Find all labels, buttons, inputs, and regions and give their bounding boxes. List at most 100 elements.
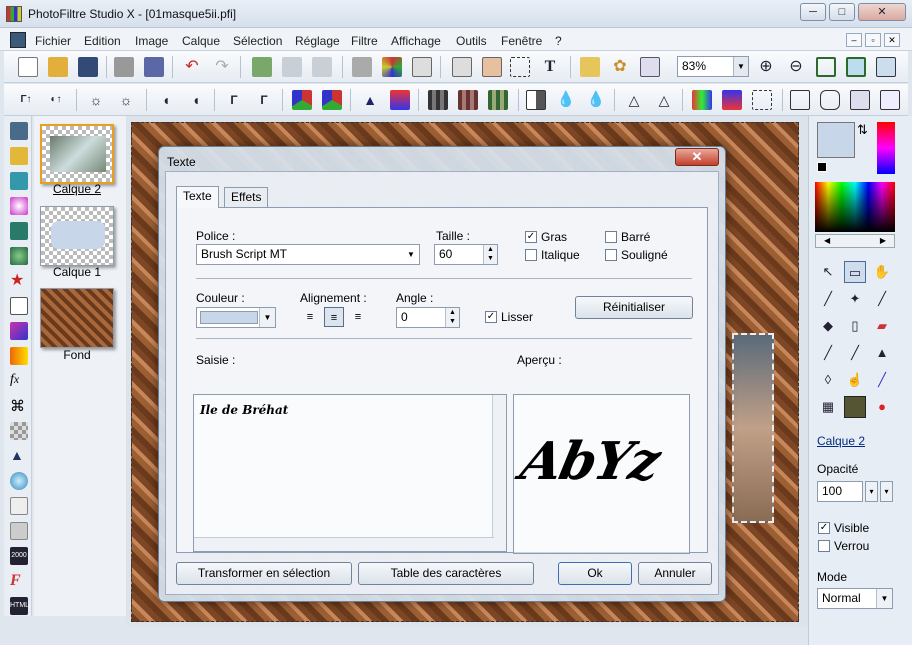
verrou-checkbox[interactable] [818, 540, 830, 552]
text-icon[interactable]: T [540, 57, 560, 77]
globe-icon[interactable] [10, 472, 28, 490]
mosaic-icon[interactable] [10, 422, 28, 440]
selection-icon[interactable]: ▭ [844, 261, 866, 283]
saturation-down-icon[interactable] [292, 90, 312, 110]
animation-icon[interactable] [10, 522, 28, 540]
align-center-icon[interactable]: ≡ [324, 307, 344, 327]
save-2000-icon[interactable]: 2000 [10, 547, 28, 565]
pointer-icon[interactable]: ↖ [817, 261, 839, 283]
undo-icon[interactable]: ↶ [182, 57, 202, 77]
angle-input[interactable]: 0 ▲ ▼ [396, 307, 460, 328]
menu-affichage[interactable]: Affichage [391, 34, 441, 48]
smudge-icon[interactable]: ☝ [844, 369, 866, 391]
eyedropper-icon[interactable]: ╱ [817, 288, 839, 310]
fill-gradient-icon[interactable] [10, 347, 28, 365]
blend-mode-select[interactable]: Normal ▼ [817, 588, 893, 609]
screen-capture-icon[interactable] [10, 172, 28, 190]
save-html-icon[interactable]: HTML [10, 597, 29, 615]
align-right-icon[interactable]: ≡ [348, 307, 368, 327]
browser-icon[interactable] [10, 147, 28, 165]
close-button[interactable]: ✕ [858, 3, 906, 21]
character-table-button[interactable]: Table des caractères [358, 562, 534, 585]
eraser-icon[interactable]: ▰ [871, 315, 893, 337]
lisser-checkbox[interactable]: ✓ [485, 311, 497, 323]
flip-icon[interactable] [722, 90, 742, 110]
menu-edition[interactable]: Edition [84, 34, 121, 48]
minimize-button[interactable]: ─ [800, 3, 826, 21]
magic-wand-icon[interactable]: ✦ [844, 288, 866, 310]
portrait-icon[interactable] [844, 396, 866, 418]
layer-thumb-calque-1[interactable] [40, 206, 114, 266]
display-icon[interactable] [876, 57, 896, 77]
fit-window-icon[interactable] [846, 57, 866, 77]
font-icon[interactable]: F [10, 572, 28, 590]
align-left-icon[interactable]: ≡ [300, 307, 320, 327]
horizontal-scrollbar[interactable] [194, 537, 494, 551]
menu-selection[interactable]: Sélection [233, 34, 282, 48]
cut-icon[interactable] [312, 57, 332, 77]
strawberry-icon[interactable]: ● [871, 396, 893, 418]
filter-2-icon[interactable] [458, 90, 478, 110]
crop-icon[interactable] [510, 57, 530, 77]
gras-checkbox[interactable]: ✓ [525, 231, 537, 243]
scan-icon[interactable] [144, 57, 164, 77]
layer-name-fond[interactable]: Fond [40, 348, 114, 362]
auto-contrast-icon[interactable]: ◐↑ [46, 90, 66, 110]
spray-icon[interactable]: ▯ [844, 315, 866, 337]
brightness-down-icon[interactable]: ☼ [86, 90, 106, 110]
stamp-icon[interactable]: ▲ [871, 342, 893, 364]
redo-icon[interactable]: ↷ [212, 57, 232, 77]
menu-image[interactable]: Image [135, 34, 168, 48]
actual-size-icon[interactable] [816, 57, 836, 77]
brush-icon[interactable]: ╱ [817, 342, 839, 364]
layer-name-calque-1[interactable]: Calque 1 [40, 265, 114, 279]
blur-icon[interactable]: 💧 [556, 90, 576, 110]
function-icon[interactable]: fx [10, 372, 28, 390]
visible-checkbox[interactable]: ✓ [818, 522, 830, 534]
preset-icon[interactable] [10, 222, 28, 240]
gamma-down-icon[interactable]: Γ [224, 90, 244, 110]
open-icon[interactable] [48, 57, 68, 77]
opacity-input[interactable]: 100 [817, 481, 863, 502]
film-icon[interactable] [10, 497, 28, 515]
gradient-icon[interactable] [10, 322, 28, 340]
contrast-up-icon[interactable]: ◖ [186, 90, 206, 110]
glow-icon[interactable] [10, 197, 28, 215]
barre-checkbox[interactable] [605, 231, 617, 243]
background-color[interactable] [817, 162, 827, 172]
rotate-icon[interactable] [752, 90, 772, 110]
sphere-icon[interactable] [10, 247, 28, 265]
plugins-icon[interactable]: ✿ [610, 57, 630, 77]
brightness-up-icon[interactable]: ☼ [116, 90, 136, 110]
copy-icon[interactable] [282, 57, 302, 77]
sharpen-light-icon[interactable]: △ [624, 90, 644, 110]
menu-calque[interactable]: Calque [182, 34, 220, 48]
color-select[interactable]: ▼ [196, 307, 276, 328]
color-brush-icon[interactable]: ╱ [871, 369, 893, 391]
note-icon[interactable] [10, 297, 28, 315]
line-icon[interactable]: ╱ [871, 288, 893, 310]
filter-1-icon[interactable] [428, 90, 448, 110]
opacity-spinner[interactable]: ▾ [865, 481, 878, 502]
gamma-up-icon[interactable]: Γ [254, 90, 274, 110]
filter-3-icon[interactable] [488, 90, 508, 110]
canvas-size-icon[interactable] [482, 57, 502, 77]
layer-thumb-calque-2[interactable] [40, 124, 114, 184]
new-icon[interactable] [18, 57, 38, 77]
color-palette[interactable] [815, 182, 895, 232]
contrast-down-icon[interactable]: ◖ [156, 90, 176, 110]
size-input[interactable]: 60 ▲ ▼ [434, 244, 498, 265]
font-select[interactable]: Brush Script MT ▼ [196, 244, 420, 265]
zoom-in-icon[interactable]: ⊕ [756, 57, 776, 77]
advanced-brush-icon[interactable]: ╱ [844, 342, 866, 364]
print-icon[interactable] [114, 57, 134, 77]
image-size-icon[interactable] [452, 57, 472, 77]
hue-strip[interactable] [877, 122, 895, 174]
automation-icon[interactable] [412, 57, 432, 77]
italique-checkbox[interactable] [525, 249, 537, 261]
angle-spinner[interactable]: ▲ ▼ [445, 308, 459, 327]
histogram-icon[interactable]: ▲ [10, 447, 28, 465]
cancel-button[interactable]: Annuler [638, 562, 712, 585]
star-icon[interactable]: ★ [10, 272, 28, 290]
hand-icon[interactable]: ✋ [871, 261, 893, 283]
